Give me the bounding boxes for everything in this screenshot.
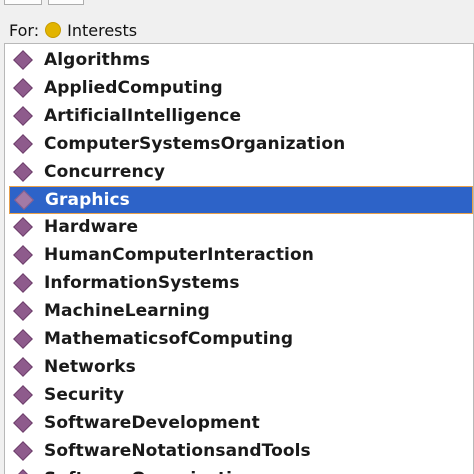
diamond-shape xyxy=(14,189,34,210)
diamond-shape xyxy=(13,161,33,182)
diamond-shape xyxy=(13,133,33,154)
list-item-label: AppliedComputing xyxy=(44,77,223,98)
list-item-label: ArtificialIntelligence xyxy=(44,105,242,126)
list-item-label: HumanComputerInteraction xyxy=(44,245,314,266)
diamond-shape xyxy=(13,273,33,294)
context-header: For: Interests xyxy=(9,18,137,42)
class-list[interactable]: Algorithms AppliedComputing ArtificialInte… xyxy=(4,43,474,474)
diamond-icon xyxy=(11,299,35,323)
list-item[interactable]: ComputerSystemsOrganization xyxy=(9,130,473,158)
diamond-icon xyxy=(11,132,35,156)
context-dot-icon xyxy=(45,22,62,38)
list-item[interactable]: ArtificialIntelligence xyxy=(9,102,473,130)
diamond-shape xyxy=(13,301,33,321)
toolbar-button-left[interactable] xyxy=(4,0,42,5)
diamond-icon xyxy=(11,355,35,379)
list-item[interactable]: SoftwareNotationsandTools xyxy=(9,437,473,465)
list-item-label: MathematicsofComputing xyxy=(44,329,294,349)
list-item-label: SoftwareDevelopment xyxy=(44,412,260,433)
context-name: Interests xyxy=(67,20,138,40)
list-item-label: InformationSystems xyxy=(44,273,240,294)
list-item[interactable]: Concurrency xyxy=(9,158,473,186)
list-item-label: Hardware xyxy=(44,217,139,238)
diamond-icon xyxy=(11,104,35,128)
list-item-label: MachineLearning xyxy=(44,301,210,322)
list-item[interactable]: MathematicsofComputing xyxy=(9,325,473,353)
for-label: For: xyxy=(9,20,40,40)
list-item[interactable]: Graphics xyxy=(9,185,473,214)
diamond-icon xyxy=(11,76,35,100)
diamond-shape xyxy=(13,356,33,377)
list-item-label: Networks xyxy=(44,356,136,377)
list-item-label: SoftwareOrganization xyxy=(44,469,256,474)
list-item[interactable]: MachineLearning xyxy=(9,297,473,325)
diamond-shape xyxy=(13,77,33,98)
diamond-shape xyxy=(13,384,33,405)
diamond-icon xyxy=(11,467,35,474)
diamond-shape xyxy=(13,50,33,70)
list-item-label: Graphics xyxy=(45,189,130,210)
diamond-icon xyxy=(11,215,35,239)
diamond-icon xyxy=(11,411,35,435)
diamond-shape xyxy=(13,412,33,433)
diamond-icon xyxy=(11,271,35,295)
diamond-icon xyxy=(12,188,36,212)
list-item[interactable]: Security xyxy=(9,381,473,409)
diamond-icon xyxy=(11,160,35,184)
toolbar-button-right[interactable] xyxy=(48,0,84,5)
list-item[interactable]: InformationSystems xyxy=(9,269,473,297)
diamond-shape xyxy=(13,217,33,238)
list-item-label: ComputerSystemsOrganization xyxy=(44,133,346,154)
list-item-label: Algorithms xyxy=(44,50,151,70)
diamond-shape xyxy=(13,440,33,461)
diamond-icon xyxy=(11,48,35,72)
diamond-shape xyxy=(13,329,33,349)
list-item[interactable]: Algorithms xyxy=(9,46,473,74)
list-item-label: Security xyxy=(44,384,125,405)
list-item[interactable]: AppliedComputing xyxy=(9,74,473,102)
list-item[interactable]: Networks xyxy=(9,353,473,381)
diamond-icon xyxy=(11,439,35,463)
list-item-label: Concurrency xyxy=(44,161,166,182)
list-item[interactable]: HumanComputerInteraction xyxy=(9,241,473,269)
diamond-icon xyxy=(11,383,35,407)
interests-panel: For: Interests Algorithms AppliedComputin… xyxy=(0,0,474,474)
diamond-shape xyxy=(13,105,33,126)
list-item[interactable]: SoftwareDevelopment xyxy=(9,409,473,437)
diamond-icon xyxy=(11,327,35,351)
list-item[interactable]: SoftwareOrganization xyxy=(9,465,473,474)
list-item[interactable]: Hardware xyxy=(9,213,473,241)
diamond-icon xyxy=(11,243,35,267)
diamond-shape xyxy=(13,468,33,474)
diamond-shape xyxy=(13,245,33,266)
list-item-label: SoftwareNotationsandTools xyxy=(44,440,311,461)
